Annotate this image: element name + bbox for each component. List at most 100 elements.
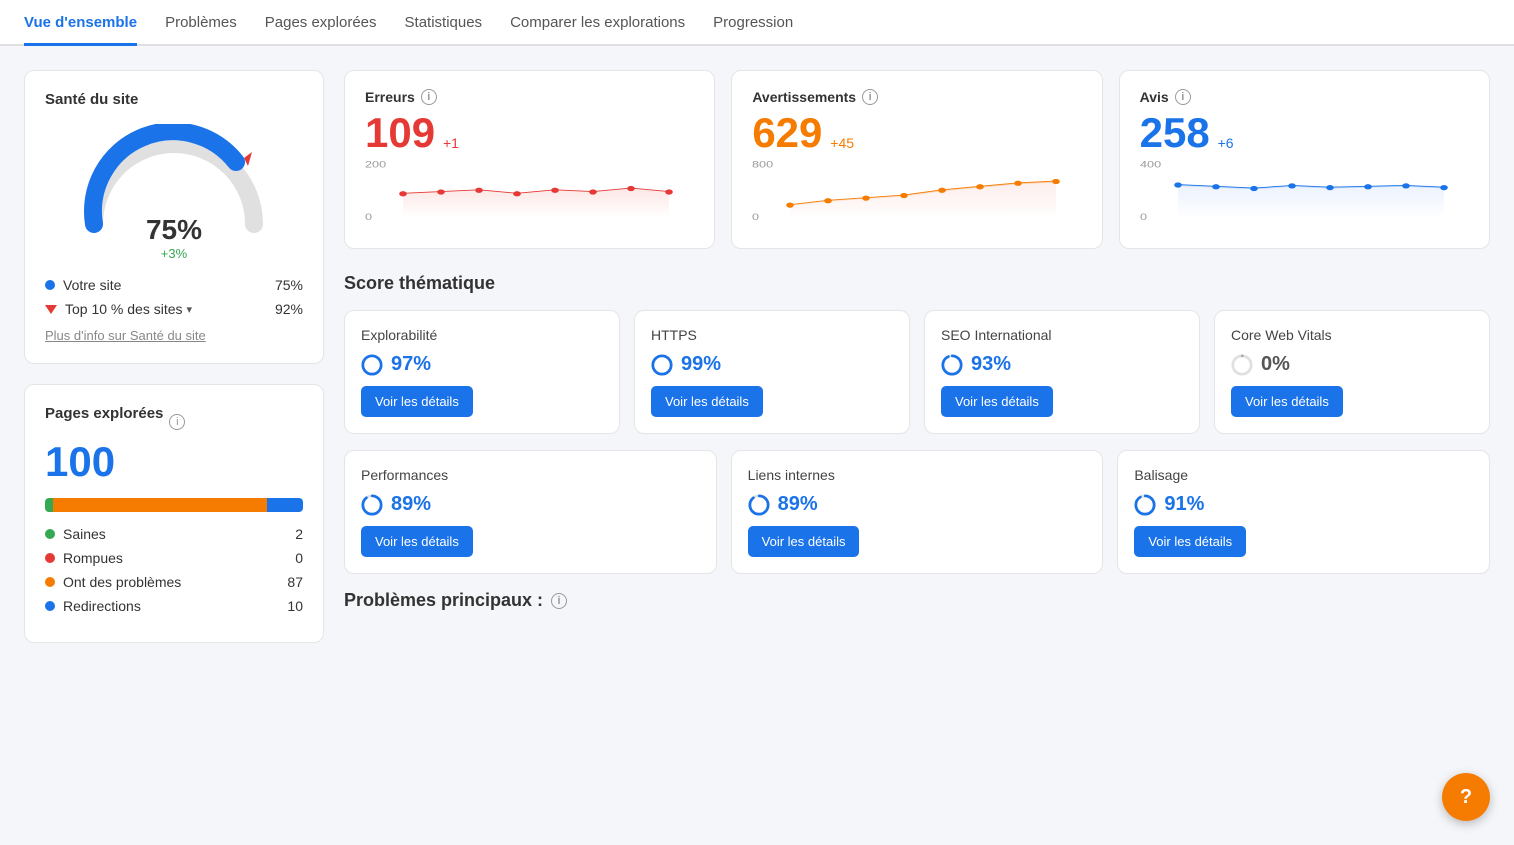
bar-problemes — [53, 498, 267, 512]
score-card-explorabilité: Explorabilité 97% Voir les détails — [344, 310, 620, 434]
score-card-title: Explorabilité — [361, 327, 603, 343]
nav-tabs: Vue d'ensemble Problèmes Pages explorées St… — [0, 0, 1514, 46]
pages-legend: Saines 2 Rompues 0 Ont des problèmes 87 … — [45, 526, 303, 614]
svg-text:0: 0 — [365, 213, 372, 223]
score-value-row: 89% — [361, 493, 700, 516]
voir-details-button[interactable]: Voir les détails — [748, 526, 860, 557]
score-value-row: 93% — [941, 353, 1183, 376]
nav-tab-progression[interactable]: Progression — [713, 14, 793, 46]
score-card-title: Performances — [361, 467, 700, 483]
avertissements-card: Avertissements i 629 +45 — [731, 70, 1102, 249]
votre-site-value: 75% — [275, 277, 303, 293]
top10-triangle-icon — [45, 305, 57, 314]
avertissements-delta: +45 — [830, 135, 854, 151]
gauge-container: 75% +3% — [45, 124, 303, 261]
score-title: Score thématique — [344, 273, 1490, 294]
progress-circle-icon — [361, 354, 383, 376]
score-percent: 91% — [1164, 493, 1204, 516]
score-card-liens-internes: Liens internes 89% Voir les détails — [731, 450, 1104, 574]
score-card-performances: Performances 89% Voir les détails — [344, 450, 717, 574]
score-percent: 97% — [391, 353, 431, 376]
top10-label: Top 10 % des sites — [65, 301, 183, 317]
pages-legend-item: Ont des problèmes 87 — [45, 574, 303, 590]
score-section: Score thématique Explorabilité 97% Voir … — [344, 273, 1490, 574]
nav-tab-vue-d'ensemble[interactable]: Vue d'ensemble — [24, 14, 137, 46]
avis-value: 258 — [1140, 109, 1210, 156]
more-info-link[interactable]: Plus d'info sur Santé du site — [45, 328, 206, 343]
avertissements-label: Avertissements i — [752, 89, 1081, 105]
pages-title: Pages explorées — [45, 405, 163, 422]
avis-info-icon[interactable]: i — [1175, 89, 1191, 105]
pages-count: 100 — [45, 438, 303, 486]
svg-text:400: 400 — [1140, 160, 1161, 170]
float-help-button[interactable]: ? — [1442, 773, 1490, 821]
erreurs-value: 109 — [365, 109, 435, 156]
score-card-seo-international: SEO International 93% Voir les détails — [924, 310, 1200, 434]
score-value-row: 97% — [361, 353, 603, 376]
progress-circle-icon — [1134, 494, 1156, 516]
pages-legend-item: Saines 2 — [45, 526, 303, 542]
svg-text:200: 200 — [365, 160, 386, 170]
score-card-https: HTTPS 99% Voir les détails — [634, 310, 910, 434]
chevron-down-icon[interactable]: ▾ — [187, 303, 193, 316]
nav-tab-statistiques[interactable]: Statistiques — [405, 14, 483, 46]
erreurs-info-icon[interactable]: i — [421, 89, 437, 105]
votre-site-dot — [45, 280, 55, 290]
pages-legend-item: Redirections 10 — [45, 598, 303, 614]
sante-card: Santé du site 75% +3% Vot — [24, 70, 324, 364]
top10-value: 92% — [275, 301, 303, 317]
progress-circle-icon — [1231, 354, 1253, 376]
score-value-row: 0% — [1231, 353, 1473, 376]
sante-title: Santé du site — [45, 91, 303, 108]
progress-circle-icon — [941, 354, 963, 376]
problems-info-icon[interactable]: i — [551, 593, 567, 609]
score-card-title: SEO International — [941, 327, 1183, 343]
score-value-row: 99% — [651, 353, 893, 376]
nav-tab-pages-explorées[interactable]: Pages explorées — [265, 14, 377, 46]
score-percent: 89% — [391, 493, 431, 516]
score-percent: 89% — [778, 493, 818, 516]
voir-details-button[interactable]: Voir les détails — [361, 386, 473, 417]
right-panel: Erreurs i 109 +1 200 — [344, 70, 1490, 643]
score-grid-row2: Performances 89% Voir les détails Liens … — [344, 450, 1490, 574]
score-grid-row1: Explorabilité 97% Voir les détails HTTPS… — [344, 310, 1490, 434]
pages-card: Pages explorées i 100 Saines 2 Rompues 0 — [24, 384, 324, 643]
score-value-row: 91% — [1134, 493, 1473, 516]
avis-card: Avis i 258 +6 400 — [1119, 70, 1490, 249]
score-card-core-web-vitals: Core Web Vitals 0% Voir les détails — [1214, 310, 1490, 434]
voir-details-button[interactable]: Voir les détails — [651, 386, 763, 417]
progress-circle-icon — [651, 354, 673, 376]
avis-chart: 400 0 — [1140, 157, 1469, 230]
problems-title: Problèmes principaux : i — [344, 590, 1490, 611]
nav-tab-comparer-les-explorations[interactable]: Comparer les explorations — [510, 14, 685, 46]
erreurs-chart: 200 0 — [365, 157, 694, 230]
gauge-delta: +3% — [146, 246, 202, 261]
erreurs-delta: +1 — [443, 135, 459, 151]
svg-text:0: 0 — [752, 213, 759, 223]
voir-details-button[interactable]: Voir les détails — [1134, 526, 1246, 557]
svg-text:0: 0 — [1140, 213, 1147, 223]
progress-circle-icon — [361, 494, 383, 516]
score-card-title: Balisage — [1134, 467, 1473, 483]
avertissements-info-icon[interactable]: i — [862, 89, 878, 105]
erreurs-card: Erreurs i 109 +1 200 — [344, 70, 715, 249]
left-panel: Santé du site 75% +3% Vot — [24, 70, 324, 643]
voir-details-button[interactable]: Voir les détails — [1231, 386, 1343, 417]
bar-saines — [45, 498, 53, 512]
pages-legend-item: Rompues 0 — [45, 550, 303, 566]
score-percent: 93% — [971, 353, 1011, 376]
voir-details-button[interactable]: Voir les détails — [361, 526, 473, 557]
score-card-title: HTTPS — [651, 327, 893, 343]
avis-label: Avis i — [1140, 89, 1469, 105]
gauge-percent: 75% — [146, 214, 202, 246]
score-value-row: 89% — [748, 493, 1087, 516]
progress-circle-icon — [748, 494, 770, 516]
avertissements-value: 629 — [752, 109, 822, 156]
avertissements-chart: 800 0 — [752, 157, 1081, 230]
votre-site-legend: Votre site 75% — [45, 277, 303, 293]
score-percent: 0% — [1261, 353, 1290, 376]
voir-details-button[interactable]: Voir les détails — [941, 386, 1053, 417]
nav-tab-problèmes[interactable]: Problèmes — [165, 14, 237, 46]
pages-info-icon[interactable]: i — [169, 414, 185, 430]
score-card-title: Liens internes — [748, 467, 1087, 483]
